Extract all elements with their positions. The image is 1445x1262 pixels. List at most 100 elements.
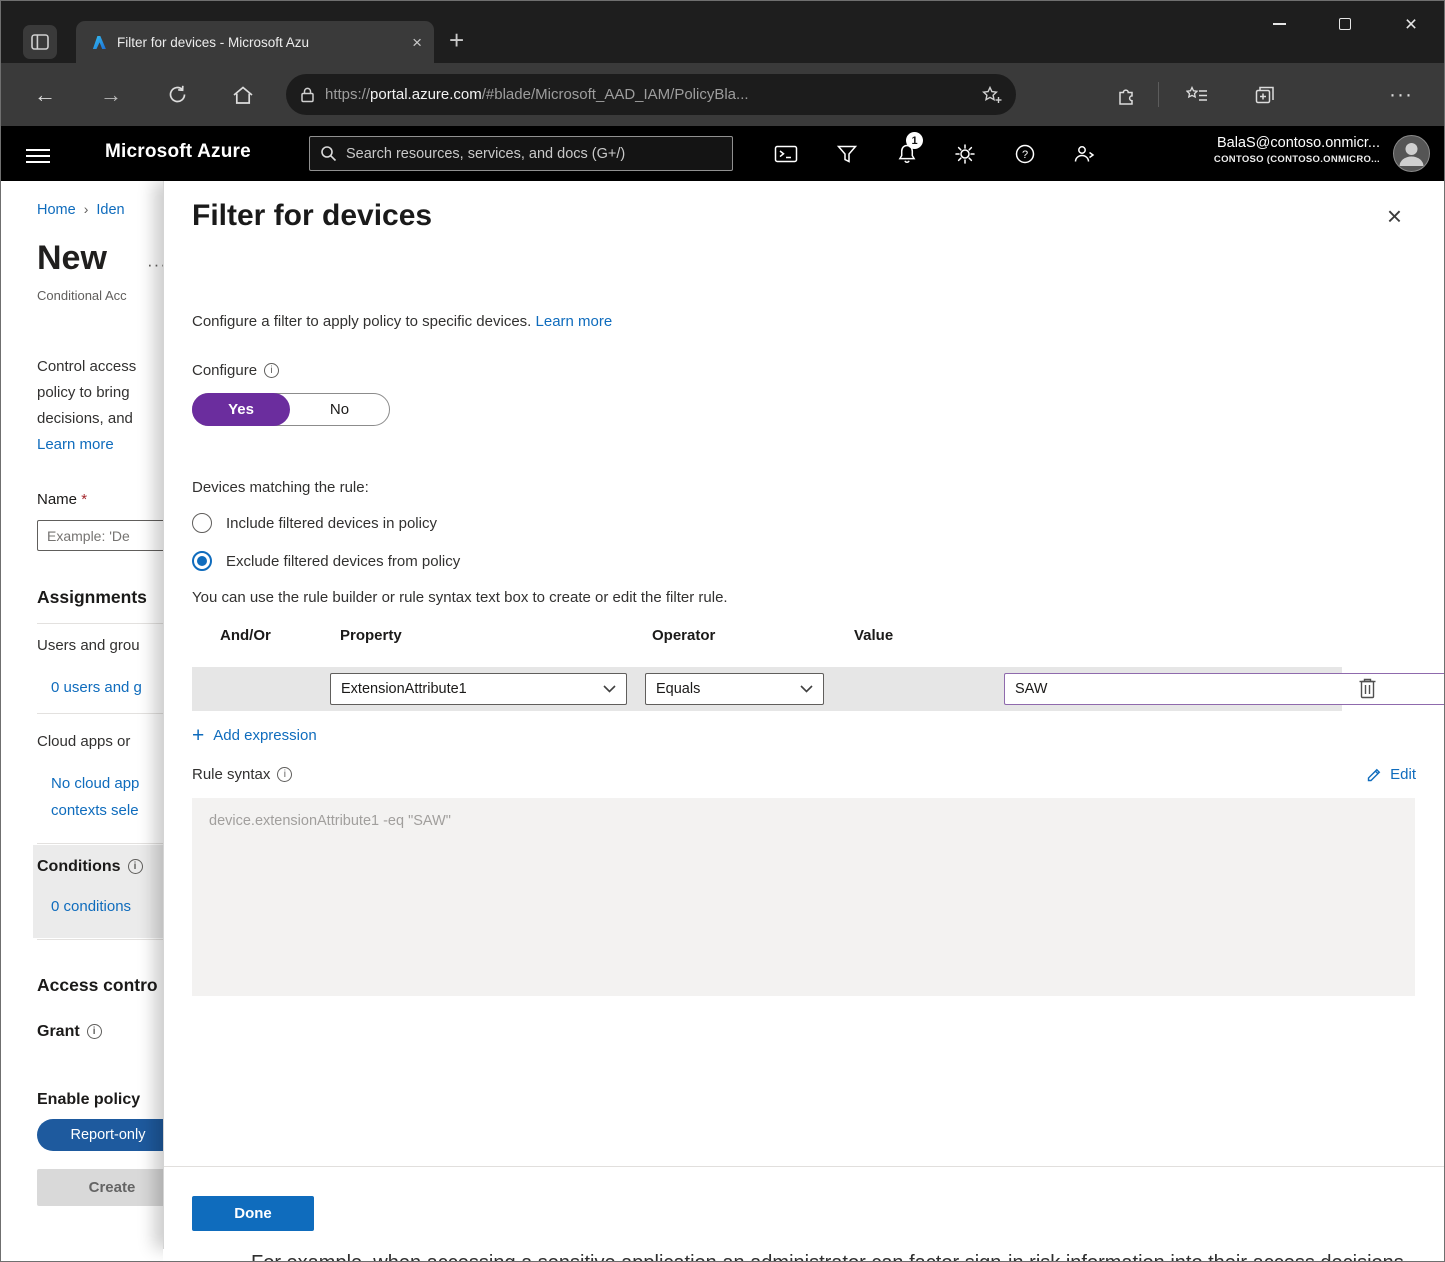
favorites-icon[interactable] bbox=[1177, 63, 1217, 126]
home-icon[interactable] bbox=[223, 63, 263, 126]
breadcrumb: Home › Iden bbox=[37, 201, 125, 218]
cloud-apps-label: Cloud apps or bbox=[37, 733, 130, 750]
devices-matching-label: Devices matching the rule: bbox=[192, 479, 369, 496]
toggle-yes[interactable]: Yes bbox=[192, 393, 290, 426]
rule-syntax-textbox[interactable]: device.extensionAttribute1 -eq "SAW" bbox=[192, 798, 1415, 996]
add-expression-label: Add expression bbox=[213, 727, 316, 744]
toggle-no[interactable]: No bbox=[290, 394, 389, 425]
browser-tab[interactable]: Filter for devices - Microsoft Azu × bbox=[76, 21, 434, 63]
property-select[interactable]: ExtensionAttribute1 bbox=[330, 673, 627, 705]
users-groups-label: Users and grou bbox=[37, 637, 140, 654]
breadcrumb-home[interactable]: Home bbox=[37, 202, 76, 218]
collections-icon[interactable] bbox=[1245, 63, 1285, 126]
panel-close-icon[interactable]: × bbox=[1387, 203, 1402, 229]
lock-icon bbox=[300, 86, 315, 103]
back-icon[interactable]: ← bbox=[25, 63, 65, 126]
learn-more-link[interactable]: Learn more bbox=[37, 436, 114, 453]
grant-label: Granti bbox=[37, 1023, 102, 1041]
feedback-person-icon[interactable] bbox=[1071, 141, 1097, 167]
radio-include-row[interactable]: Include filtered devices in policy bbox=[192, 510, 437, 536]
browser-navbar: ← → https://portal.azure.com/#blade/Micr… bbox=[1, 63, 1444, 126]
settings-more-icon[interactable]: ··· bbox=[1389, 63, 1413, 126]
azure-search[interactable] bbox=[309, 136, 733, 171]
done-button[interactable]: Done bbox=[192, 1196, 314, 1231]
page-content: Home›Iden New ··· Conditional Acc Contro… bbox=[1, 181, 1444, 1261]
section-assignments: Assignments bbox=[37, 587, 147, 608]
page-title: New bbox=[37, 239, 107, 278]
window-close-icon: × bbox=[1405, 14, 1417, 35]
column-property: Property bbox=[340, 627, 402, 644]
add-expression-button[interactable]: + Add expression bbox=[192, 725, 317, 746]
window-maximize-button[interactable] bbox=[1312, 1, 1378, 47]
cloud-apps-link-2[interactable]: contexts sele bbox=[51, 802, 139, 819]
operator-select-value: Equals bbox=[656, 681, 700, 697]
pencil-icon bbox=[1366, 766, 1383, 783]
address-bar[interactable]: https://portal.azure.com/#blade/Microsof… bbox=[286, 74, 1016, 115]
section-access-controls: Access contro bbox=[37, 975, 158, 996]
help-icon[interactable]: ? bbox=[1012, 141, 1038, 167]
azure-brand[interactable]: Microsoft Azure bbox=[105, 141, 251, 163]
conditions-link[interactable]: 0 conditions bbox=[51, 898, 131, 915]
radio-include-label: Include filtered devices in policy bbox=[226, 515, 437, 532]
edit-rule-syntax-button[interactable]: Edit bbox=[1366, 766, 1416, 783]
configure-label: Configurei bbox=[192, 362, 279, 379]
breadcrumb-current[interactable]: Iden bbox=[96, 202, 124, 218]
new-tab-button[interactable]: + bbox=[449, 25, 464, 56]
trash-icon bbox=[1357, 676, 1378, 700]
settings-gear-icon[interactable] bbox=[952, 141, 978, 167]
directory-filter-icon[interactable] bbox=[834, 141, 860, 167]
radio-exclude[interactable] bbox=[192, 551, 212, 571]
url-text: https://portal.azure.com/#blade/Microsof… bbox=[325, 86, 972, 103]
account-name: BalaS@contoso.onmicr... bbox=[1214, 135, 1380, 151]
radio-include[interactable] bbox=[192, 513, 212, 533]
window-close-button[interactable]: × bbox=[1378, 1, 1444, 47]
filter-for-devices-panel: Filter for devices × Configure a filter … bbox=[163, 181, 1444, 1249]
builder-hint: You can use the rule builder or rule syn… bbox=[192, 589, 728, 606]
intro-line-2: policy to bring bbox=[37, 384, 130, 401]
account-tenant: CONTOSO (CONTOSO.ONMICRO... bbox=[1214, 154, 1380, 165]
window-minimize-button[interactable] bbox=[1246, 1, 1312, 47]
configure-toggle[interactable]: Yes No bbox=[192, 393, 390, 426]
tab-close-icon[interactable]: × bbox=[412, 34, 422, 51]
forward-icon[interactable]: → bbox=[91, 63, 131, 126]
search-input[interactable] bbox=[346, 146, 722, 162]
tab-actions-button[interactable] bbox=[23, 25, 57, 59]
page-subtitle: Conditional Acc bbox=[37, 288, 127, 303]
radio-exclude-row[interactable]: Exclude filtered devices from policy bbox=[192, 548, 460, 574]
favorite-add-icon[interactable] bbox=[982, 86, 1002, 104]
intro-line-3: decisions, and bbox=[37, 410, 133, 427]
property-select-value: ExtensionAttribute1 bbox=[341, 681, 467, 697]
account-info[interactable]: BalaS@contoso.onmicr... CONTOSO (CONTOSO… bbox=[1214, 135, 1380, 165]
delete-expression-button[interactable] bbox=[1352, 671, 1382, 705]
panel-learn-more-link[interactable]: Learn more bbox=[536, 313, 613, 330]
tab-actions-icon bbox=[31, 34, 49, 50]
rule-syntax-text: device.extensionAttribute1 -eq "SAW" bbox=[209, 813, 451, 829]
chevron-down-icon bbox=[603, 685, 616, 693]
column-value: Value bbox=[854, 627, 893, 644]
refresh-icon[interactable] bbox=[157, 63, 197, 126]
extensions-icon[interactable] bbox=[1107, 63, 1147, 126]
info-icon: i bbox=[277, 767, 292, 782]
hamburger-menu-icon[interactable] bbox=[26, 145, 54, 167]
info-icon: i bbox=[264, 363, 279, 378]
maximize-icon bbox=[1339, 18, 1351, 30]
intro-line-1: Control access bbox=[37, 358, 136, 375]
users-groups-link[interactable]: 0 users and g bbox=[51, 679, 142, 696]
rule-syntax-label: Rule syntaxi bbox=[192, 766, 292, 783]
required-asterisk: * bbox=[81, 491, 87, 508]
notification-badge: 1 bbox=[906, 132, 923, 149]
clipped-background-text: For example, when accessing a sensitive … bbox=[251, 1252, 1409, 1261]
tab-title: Filter for devices - Microsoft Azu bbox=[117, 35, 402, 50]
browser-window: Filter for devices - Microsoft Azu × + ×… bbox=[0, 0, 1445, 1262]
panel-footer-divider bbox=[164, 1166, 1444, 1167]
breadcrumb-separator: › bbox=[84, 201, 89, 217]
cloud-shell-icon[interactable] bbox=[773, 141, 799, 167]
report-only-toggle[interactable]: Report-only bbox=[37, 1119, 179, 1151]
avatar[interactable] bbox=[1393, 135, 1430, 172]
info-icon: i bbox=[128, 859, 143, 874]
background-page-strip: For example, when accessing a sensitive … bbox=[163, 1249, 1444, 1261]
cloud-apps-link[interactable]: No cloud app bbox=[51, 775, 139, 792]
minimize-icon bbox=[1273, 23, 1286, 25]
operator-select[interactable]: Equals bbox=[645, 673, 824, 705]
edit-label: Edit bbox=[1390, 766, 1416, 783]
